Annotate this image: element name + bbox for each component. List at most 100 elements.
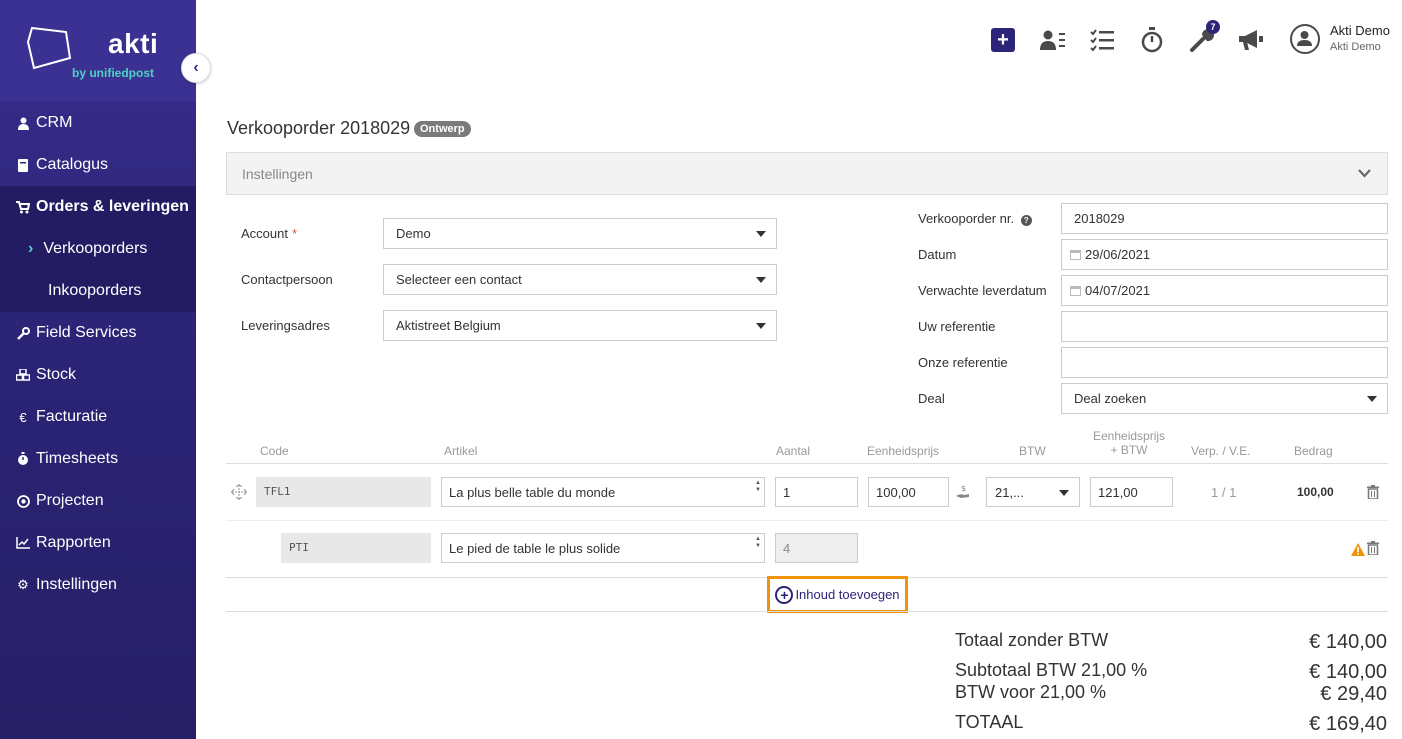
sidebar-item-label: Verkooporders [43, 240, 148, 257]
contact-select[interactable]: Selecteer een contact [383, 264, 777, 295]
your-reference-input[interactable] [1061, 311, 1388, 342]
col-amount: Bedrag [1294, 444, 1333, 458]
gear-icon: ⚙ [17, 577, 29, 592]
calendar-icon [1070, 250, 1081, 260]
sidebar-item-rapporten[interactable]: Rapporten [0, 522, 196, 564]
wrench-icon [16, 326, 30, 340]
sidebar-item-label: Facturatie [36, 408, 108, 425]
deal-select[interactable]: Deal zoeken [1061, 383, 1388, 414]
sidebar-item-projecten[interactable]: Projecten [0, 480, 196, 522]
sidebar-collapse-button[interactable]: ‹ [181, 53, 211, 83]
user-icon [1297, 31, 1312, 46]
calendar-icon [1070, 286, 1081, 296]
cart-icon [16, 200, 30, 214]
col-vat: BTW [1019, 444, 1046, 458]
unit-price-input[interactable]: 100,00 [868, 477, 949, 507]
vat-value: € 29,40 [1320, 683, 1387, 705]
logo-text: akti [108, 28, 159, 59]
stopwatch-icon [16, 452, 30, 466]
article-input[interactable]: La plus belle table du monde ▲ ▼ [441, 477, 765, 507]
user-icon [16, 116, 30, 130]
our-reference-label: Onze referentie [918, 355, 1008, 370]
divider [226, 520, 1388, 521]
account-label: Account * [241, 226, 298, 241]
user-name[interactable]: Akti Demo [1330, 23, 1390, 38]
target-icon [16, 494, 30, 508]
euro-icon: € [19, 409, 27, 425]
sidebar-nav: CRM Catalogus Orders & leveringen › Verk… [0, 102, 196, 606]
price-hand-icon[interactable]: $ [955, 484, 971, 500]
sidebar-item-field-services[interactable]: Field Services [0, 312, 196, 354]
cubes-icon [16, 368, 30, 382]
article-input[interactable]: Le pied de table le plus solide ▲ ▼ [441, 533, 765, 563]
sidebar-item-crm[interactable]: CRM [0, 102, 196, 144]
svg-text:$: $ [961, 484, 966, 493]
date-input[interactable]: 29/06/2021 [1061, 239, 1388, 270]
sidebar-item-label: CRM [36, 114, 73, 131]
sidebar-item-facturatie[interactable]: € Facturatie [0, 396, 196, 438]
drag-handle-icon[interactable] [231, 484, 247, 500]
add-button[interactable]: + [991, 28, 1015, 52]
sidebar-item-inkooporders[interactable]: Inkooporders [0, 270, 196, 312]
status-badge: Ontwerp [414, 121, 471, 137]
logo-area: akti by unifiedpost [0, 0, 196, 102]
delivery-address-select[interactable]: Aktistreet Belgium [383, 310, 777, 341]
qty-input[interactable]: 1 [775, 477, 858, 507]
contact-label: Contactpersoon [241, 272, 333, 287]
col-article: Artikel [444, 444, 478, 458]
sidebar-item-orders[interactable]: Orders & leveringen [0, 186, 196, 228]
date-label: Datum [918, 247, 957, 262]
wrench-icon[interactable]: 7 [1188, 20, 1220, 54]
unit-price-vat-input[interactable]: 121,00 [1090, 477, 1173, 507]
trash-icon[interactable] [1367, 485, 1379, 499]
stopwatch-icon[interactable] [1138, 26, 1166, 54]
expected-delivery-input[interactable]: 04/07/2021 [1061, 275, 1388, 306]
sidebar: akti by unifiedpost CRM Catalogus Orders… [0, 0, 196, 739]
your-reference-label: Uw referentie [918, 319, 996, 334]
our-reference-input[interactable] [1061, 347, 1388, 378]
vat-select[interactable]: 21,... [986, 477, 1080, 507]
plus-circle-icon: + [775, 585, 794, 604]
col-qty: Aantal [776, 444, 811, 458]
grand-total-value: € 169,40 [1309, 713, 1387, 735]
tasks-icon[interactable] [1089, 26, 1117, 54]
grand-total-label: TOTAAL [955, 712, 1024, 732]
code-input[interactable]: PTI [281, 533, 431, 563]
col-unit-price: Eenheidsprijs [867, 444, 940, 458]
sidebar-item-catalogus[interactable]: Catalogus [0, 144, 196, 186]
page-title: Verkooporder 2018029 [227, 118, 411, 138]
contacts-list-icon[interactable] [1040, 26, 1068, 54]
account-select[interactable]: Demo [383, 218, 777, 249]
sidebar-item-label: Rapporten [36, 534, 111, 551]
user-company: Akti Demo [1330, 41, 1381, 53]
subtotal-label: Subtotaal BTW 21,00 % [955, 660, 1148, 680]
trash-icon[interactable] [1367, 541, 1379, 555]
megaphone-icon[interactable] [1237, 26, 1265, 54]
help-icon: ? [1020, 215, 1032, 226]
settings-panel-label: Instellingen [242, 166, 313, 182]
sidebar-item-label: Projecten [36, 492, 104, 509]
add-content-button[interactable]: + Inhoud toevoegen [767, 576, 908, 613]
order-nr-input[interactable]: 2018029 [1061, 203, 1388, 234]
sidebar-item-label: Orders & leveringen [36, 198, 189, 215]
plus-icon: + [997, 29, 1009, 51]
delivery-address-label: Leveringsadres [241, 318, 330, 333]
code-input[interactable]: TFL1 [256, 477, 431, 507]
book-icon [16, 158, 30, 172]
chart-icon [16, 536, 30, 550]
sidebar-item-label: Inkooporders [48, 282, 142, 299]
user-avatar[interactable] [1290, 24, 1320, 54]
sidebar-item-label: Catalogus [36, 156, 109, 173]
settings-panel-toggle[interactable]: Instellingen [226, 152, 1388, 195]
deal-label: Deal [918, 391, 945, 406]
sidebar-item-instellingen[interactable]: ⚙ Instellingen [0, 564, 196, 606]
order-nr-label: Verkooporder nr. ? [918, 211, 1032, 226]
divider [226, 611, 1388, 612]
sidebar-item-label: Instellingen [36, 576, 117, 593]
sidebar-item-timesheets[interactable]: Timesheets [0, 438, 196, 480]
sidebar-item-label: Field Services [36, 324, 137, 341]
vat-label: BTW voor 21,00 % [955, 682, 1107, 702]
sidebar-item-verkooporders[interactable]: › Verkooporders [0, 228, 196, 270]
sidebar-item-stock[interactable]: Stock [0, 354, 196, 396]
chevron-left-icon: ‹ [193, 59, 199, 76]
